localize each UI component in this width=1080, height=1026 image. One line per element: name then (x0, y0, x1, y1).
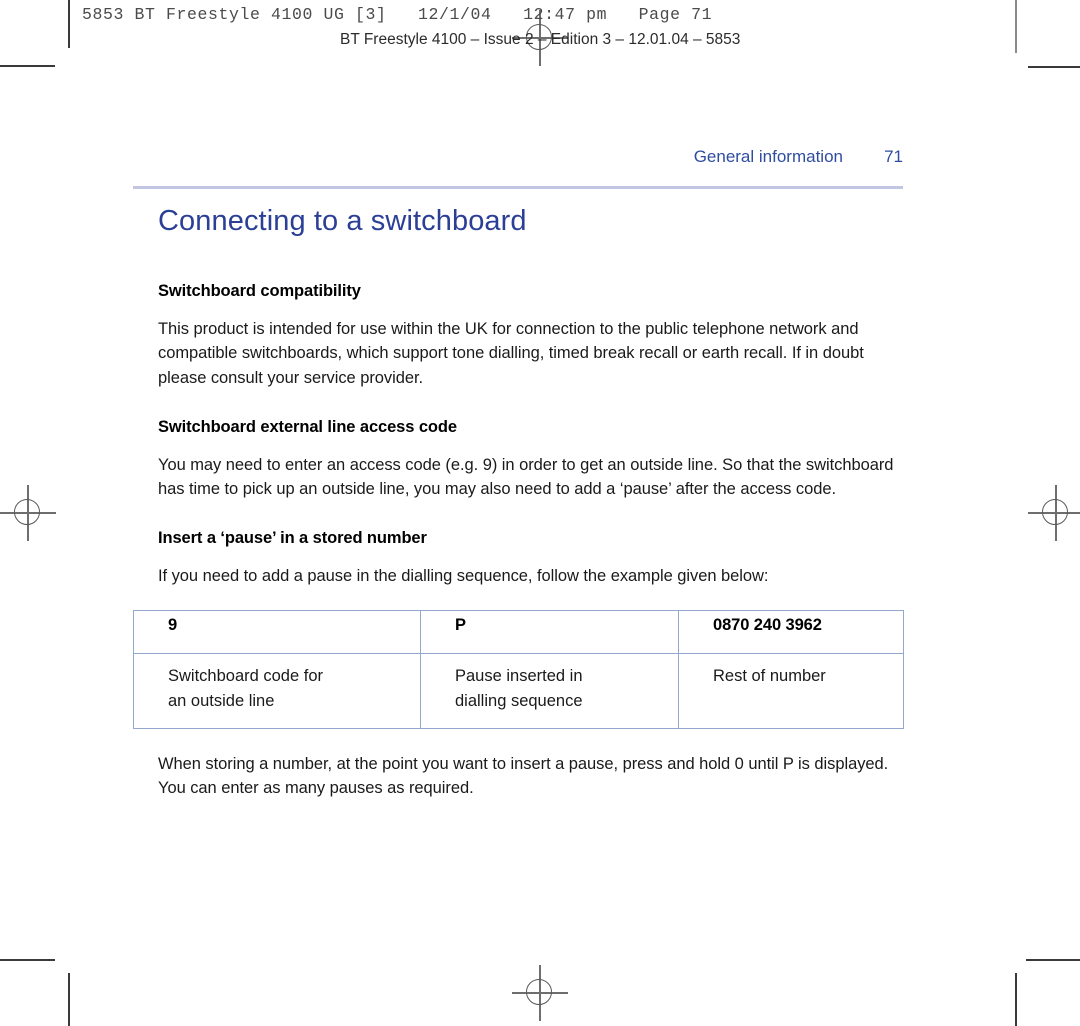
page-number: 71 (884, 147, 903, 166)
section-body-insert-pause: If you need to add a pause in the dialli… (158, 566, 769, 585)
dialling-example-table: 9 P 0870 240 3962 Switchboard code for a… (133, 610, 904, 729)
registration-mark-bottom (512, 965, 568, 1021)
section-body-switchboard-compatibility: This product is intended for use within … (158, 319, 864, 388)
registration-mark-right (1028, 485, 1080, 541)
table-cell-desc-number-line1: Rest of number (713, 667, 826, 686)
closing-paragraph: When storing a number, at the point you … (158, 754, 889, 798)
table-cell-desc-number: Rest of number (678, 653, 904, 729)
prepress-slug-edition: BT Freestyle 4100 – Issue 2 – Edition 3 … (340, 31, 741, 48)
section-heading-switchboard-compatibility: Switchboard compatibility (158, 281, 361, 300)
table-cell-code-access: 9 (133, 610, 421, 655)
table-cell-code-pause: P (420, 610, 679, 655)
table-cell-desc-pause: Pause inserted in dialling sequence (420, 653, 679, 729)
running-head: General information 71 (133, 147, 903, 167)
table-cell-code-number: 0870 240 3962 (678, 610, 904, 655)
crop-mark-bottom-left-horizontal (0, 959, 55, 962)
crop-mark-bottom-left-vertical (68, 973, 70, 1026)
table-row-descriptions: Switchboard code for an outside line Pau… (133, 653, 904, 729)
table-cell-desc-access-line1: Switchboard code for (168, 667, 324, 686)
page-title: Connecting to a switchboard (158, 205, 527, 237)
crop-mark-top-left-horizontal (0, 65, 55, 67)
table-cell-desc-pause-line1: Pause inserted in (455, 667, 583, 686)
running-head-section: General information (693, 147, 843, 166)
crop-mark-top-right-horizontal (1028, 66, 1080, 68)
crop-mark-top-right-vertical (1015, 0, 1017, 53)
section-heading-insert-pause: Insert a ‘pause’ in a stored number (158, 528, 427, 547)
prepress-slug-filename: 5853 BT Freestyle 4100 UG [3] 12/1/04 12… (82, 5, 713, 24)
section-heading-external-line-access-code: Switchboard external line access code (158, 417, 457, 436)
document-page: 5853 BT Freestyle 4100 UG [3] 12/1/04 12… (0, 0, 1080, 1026)
crop-mark-bottom-right-vertical (1015, 973, 1017, 1026)
table-cell-desc-pause-line2: dialling sequence (455, 692, 583, 711)
content-column: Connecting to a switchboard Switchboard … (133, 205, 904, 801)
table-row-codes: 9 P 0870 240 3962 (133, 610, 904, 655)
section-body-external-line-access-code: You may need to enter an access code (e.… (158, 455, 894, 499)
table-cell-desc-access: Switchboard code for an outside line (133, 653, 421, 729)
table-cell-desc-access-line2: an outside line (168, 692, 275, 711)
crop-mark-bottom-right-horizontal (1026, 959, 1080, 962)
header-divider-rule (133, 186, 903, 189)
crop-mark-top-left-vertical (68, 0, 70, 48)
registration-mark-left (0, 485, 56, 541)
